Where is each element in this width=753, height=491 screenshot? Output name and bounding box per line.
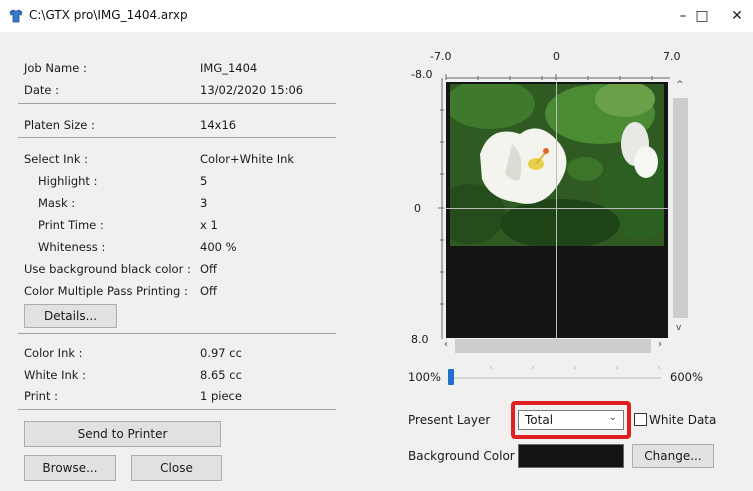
color-ink-value: 0.97 cc bbox=[200, 346, 242, 360]
mask-label: Mask : bbox=[38, 196, 76, 210]
date-label: Date : bbox=[24, 83, 60, 97]
divider bbox=[18, 333, 336, 334]
scroll-up-icon[interactable]: ^ bbox=[676, 80, 684, 90]
white-data-checkbox[interactable] bbox=[634, 413, 647, 426]
send-to-printer-button[interactable]: Send to Printer bbox=[24, 421, 221, 447]
zoom-min-label: 100% bbox=[408, 370, 441, 384]
scroll-left-icon[interactable]: ‹ bbox=[444, 339, 448, 350]
divider bbox=[18, 137, 336, 138]
change-color-button[interactable]: Change... bbox=[632, 444, 714, 468]
date-value: 13/02/2020 15:06 bbox=[200, 83, 304, 97]
x-tick-label: 0 bbox=[553, 50, 560, 63]
whiteness-value: 400 % bbox=[200, 240, 237, 254]
present-layer-value: Total bbox=[525, 413, 554, 427]
present-layer-dropdown[interactable]: Total ⌄ bbox=[518, 410, 624, 430]
job-name-value: IMG_1404 bbox=[200, 61, 258, 75]
zoom-slider-thumb[interactable] bbox=[448, 369, 454, 385]
horizontal-scrollbar[interactable]: ‹ › bbox=[441, 339, 668, 353]
y-tick-label: 8.0 bbox=[411, 333, 429, 346]
close-button[interactable]: Close bbox=[131, 455, 222, 481]
white-data-label[interactable]: White Data bbox=[649, 413, 716, 427]
divider bbox=[18, 103, 336, 104]
mask-value: 3 bbox=[200, 196, 208, 210]
x-tick-label: -7.0 bbox=[430, 50, 452, 63]
background-color-swatch bbox=[518, 444, 624, 468]
tshirt-app-icon bbox=[9, 9, 23, 23]
job-name-label: Job Name : bbox=[24, 61, 87, 75]
y-tick-label: 0 bbox=[414, 202, 421, 215]
center-line-vertical bbox=[556, 82, 557, 338]
close-icon: ✕ bbox=[731, 8, 743, 24]
white-ink-label: White Ink : bbox=[24, 368, 86, 382]
scroll-right-icon[interactable]: › bbox=[658, 339, 662, 350]
vertical-scroll-thumb[interactable] bbox=[673, 98, 688, 318]
highlight-label: Highlight : bbox=[38, 174, 98, 188]
print-time-label: Print Time : bbox=[38, 218, 104, 232]
center-line-horizontal bbox=[446, 208, 668, 209]
bg-black-value: Off bbox=[200, 262, 217, 276]
platen-size-value: 14x16 bbox=[200, 118, 237, 132]
divider bbox=[18, 409, 336, 410]
y-tick-label: -8.0 bbox=[411, 68, 433, 81]
design-image bbox=[450, 84, 664, 246]
color-ink-label: Color Ink : bbox=[24, 346, 83, 360]
details-button[interactable]: Details... bbox=[24, 304, 117, 328]
vertical-scrollbar[interactable]: ^ v bbox=[673, 78, 688, 340]
present-layer-label: Present Layer bbox=[408, 413, 491, 427]
close-window-button[interactable]: ✕ bbox=[725, 4, 749, 28]
browse-button[interactable]: Browse... bbox=[24, 455, 116, 481]
title-bar: C:\GTX pro\IMG_1404.arxp – □ ✕ bbox=[0, 0, 753, 32]
background-color-label: Background Color bbox=[408, 449, 515, 463]
multi-pass-label: Color Multiple Pass Printing : bbox=[24, 284, 188, 298]
horizontal-scroll-thumb[interactable] bbox=[455, 339, 651, 353]
print-count-value: 1 piece bbox=[200, 389, 242, 403]
window-title: C:\GTX pro\IMG_1404.arxp bbox=[29, 8, 188, 22]
zoom-slider-ticks bbox=[490, 366, 660, 369]
multi-pass-value: Off bbox=[200, 284, 217, 298]
x-tick-label: 7.0 bbox=[663, 50, 681, 63]
print-time-value: x 1 bbox=[200, 218, 218, 232]
scroll-down-icon[interactable]: v bbox=[676, 323, 681, 333]
highlight-value: 5 bbox=[200, 174, 208, 188]
whiteness-label: Whiteness : bbox=[38, 240, 106, 254]
maximize-button[interactable]: □ bbox=[690, 4, 714, 28]
print-count-label: Print : bbox=[24, 389, 58, 403]
bg-black-label: Use background black color : bbox=[24, 262, 191, 276]
zoom-max-label: 600% bbox=[670, 370, 703, 384]
select-ink-value: Color+White Ink bbox=[200, 152, 295, 166]
chevron-down-icon: ⌄ bbox=[608, 412, 617, 423]
zoom-slider-track[interactable] bbox=[449, 377, 661, 379]
white-ink-value: 8.65 cc bbox=[200, 368, 242, 382]
maximize-icon: □ bbox=[695, 8, 709, 24]
select-ink-label: Select Ink : bbox=[24, 152, 89, 166]
platen-size-label: Platen Size : bbox=[24, 118, 95, 132]
